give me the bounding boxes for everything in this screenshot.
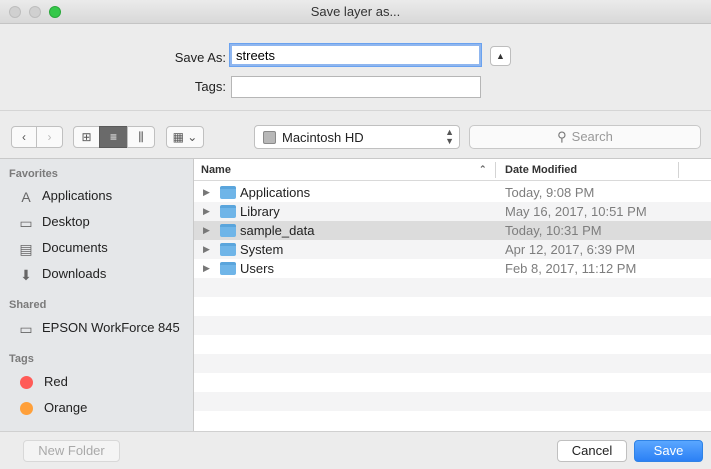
search-placeholder: Search: [571, 129, 613, 144]
tags-field[interactable]: [231, 76, 481, 98]
folder-icon: [220, 186, 236, 199]
red-tag-dot-icon: [20, 376, 33, 390]
minimize-window-button[interactable]: [29, 6, 41, 18]
expand-dialog-button[interactable]: ▲: [490, 46, 511, 66]
browser-toolbar: ‹ › ⊞ ≡ ⫼ ▦ ⌄ Macintosh HD ▲ ▼ ⚲ Search: [0, 110, 711, 158]
tags-label: Tags:: [194, 79, 226, 94]
hard-drive-icon: [263, 131, 276, 144]
file-name: Users: [240, 261, 274, 276]
column-header-name[interactable]: Name: [201, 164, 231, 176]
file-date: May 16, 2017, 10:51 PM: [505, 204, 647, 219]
grid-icon: ⊞: [81, 130, 92, 144]
sort-chevron-icon: ⌃: [479, 164, 487, 174]
sidebar-item-label: Documents: [42, 240, 108, 255]
empty-row: [194, 316, 711, 335]
list-view-button[interactable]: ≡: [99, 126, 128, 148]
file-name: System: [240, 242, 284, 257]
sidebar-item-label: Red: [44, 374, 68, 389]
arrange-menu-button[interactable]: ▦ ⌄: [166, 126, 204, 148]
sidebar-item-documents[interactable]: ▤ Documents: [17, 237, 108, 259]
search-field[interactable]: ⚲ Search: [469, 125, 701, 149]
documents-icon: ▤: [19, 240, 33, 257]
sidebar-item-tag-orange[interactable]: Orange: [17, 397, 87, 419]
updown-chevron-icon: ▲ ▼: [445, 127, 454, 146]
file-date: Apr 12, 2017, 6:39 PM: [505, 242, 636, 257]
file-name: Applications: [240, 185, 311, 200]
printer-icon: ▭: [19, 320, 33, 337]
back-button[interactable]: ‹: [11, 126, 37, 148]
disclosure-triangle-icon[interactable]: ▶: [203, 259, 210, 278]
columns-icon: ⫼: [138, 130, 144, 144]
chevron-left-icon: ‹: [22, 130, 26, 144]
applications-icon: A: [21, 188, 31, 205]
disclosure-triangle-icon[interactable]: ▶: [203, 183, 210, 202]
folder-icon: [220, 262, 236, 275]
file-list-header: Name ⌃ Date Modified: [194, 159, 711, 181]
save-button[interactable]: Save: [634, 440, 703, 462]
title-bar: Save layer as...: [0, 0, 711, 24]
list-icon: ≡: [109, 130, 117, 144]
folder-icon: [220, 205, 236, 218]
sidebar-item-desktop[interactable]: ▭ Desktop: [17, 211, 90, 233]
downloads-icon: ⬇: [20, 266, 32, 283]
chevron-up-icon: ▲: [496, 51, 505, 61]
folder-icon: [220, 224, 236, 237]
sidebar-item-applications[interactable]: A Applications: [17, 185, 112, 207]
location-label: Macintosh HD: [282, 130, 364, 145]
sidebar-item-label: Orange: [44, 400, 88, 415]
arrange-icon: ▦ ⌄: [172, 130, 198, 144]
sidebar-item-label: Desktop: [42, 214, 90, 229]
file-row-sample-data[interactable]: ▶ sample_data Today, 10:31 PM: [194, 221, 711, 240]
empty-row: [194, 278, 711, 297]
file-list: Name ⌃ Date Modified ▶ Applications Toda…: [193, 158, 711, 431]
sidebar-item-label: EPSON WorkForce 845: [42, 320, 180, 335]
sidebar-item-printer[interactable]: ▭ EPSON WorkForce 845: [17, 317, 180, 339]
column-divider[interactable]: [678, 162, 679, 178]
chevron-right-icon: ›: [47, 130, 52, 144]
forward-button[interactable]: ›: [36, 126, 63, 148]
zoom-window-button[interactable]: [49, 6, 61, 18]
file-row-applications[interactable]: ▶ Applications Today, 9:08 PM: [194, 183, 711, 202]
cancel-button[interactable]: Cancel: [557, 440, 627, 462]
column-divider[interactable]: [495, 162, 496, 178]
disclosure-triangle-icon[interactable]: ▶: [203, 221, 210, 240]
file-row-library[interactable]: ▶ Library May 16, 2017, 10:51 PM: [194, 202, 711, 221]
empty-row: [194, 392, 711, 411]
bottom-bar: New Folder Cancel Save: [0, 431, 711, 469]
sidebar: Favorites A Applications ▭ Desktop ▤ Docume…: [0, 158, 193, 431]
save-as-field[interactable]: [230, 44, 481, 66]
file-name: Library: [240, 204, 280, 219]
sidebar-item-label: Applications: [42, 188, 113, 203]
sidebar-item-tag-red[interactable]: Red: [17, 371, 68, 393]
file-row-users[interactable]: ▶ Users Feb 8, 2017, 11:12 PM: [194, 259, 711, 278]
sidebar-item-label: Downloads: [42, 266, 107, 281]
new-folder-button[interactable]: New Folder: [23, 440, 120, 462]
window-title: Save layer as...: [310, 4, 401, 19]
save-as-label: Save As:: [174, 50, 226, 65]
file-date: Today, 9:08 PM: [505, 185, 595, 200]
orange-tag-dot-icon: [20, 402, 33, 416]
file-row-system[interactable]: ▶ System Apr 12, 2017, 6:39 PM: [194, 240, 711, 259]
file-date: Feb 8, 2017, 11:12 PM: [505, 261, 637, 276]
save-form: Save As: ▲ Tags:: [0, 24, 711, 110]
empty-row: [194, 354, 711, 373]
disclosure-triangle-icon[interactable]: ▶: [203, 240, 210, 259]
file-date: Today, 10:31 PM: [505, 223, 602, 238]
icon-view-button[interactable]: ⊞: [73, 126, 100, 148]
folder-icon: [220, 243, 236, 256]
disclosure-triangle-icon[interactable]: ▶: [203, 202, 210, 221]
desktop-icon: ▭: [19, 214, 33, 231]
sidebar-section-tags: Tags: [9, 353, 34, 365]
sidebar-item-downloads[interactable]: ⬇ Downloads: [17, 263, 106, 285]
column-view-button[interactable]: ⫼: [127, 126, 155, 148]
close-window-button[interactable]: [9, 6, 21, 18]
column-header-date[interactable]: Date Modified: [505, 164, 577, 176]
sidebar-section-favorites: Favorites: [9, 168, 58, 180]
location-popup[interactable]: Macintosh HD ▲ ▼: [254, 125, 460, 149]
file-name: sample_data: [240, 223, 315, 238]
search-icon: ⚲: [557, 129, 567, 144]
sidebar-section-shared: Shared: [9, 299, 47, 311]
